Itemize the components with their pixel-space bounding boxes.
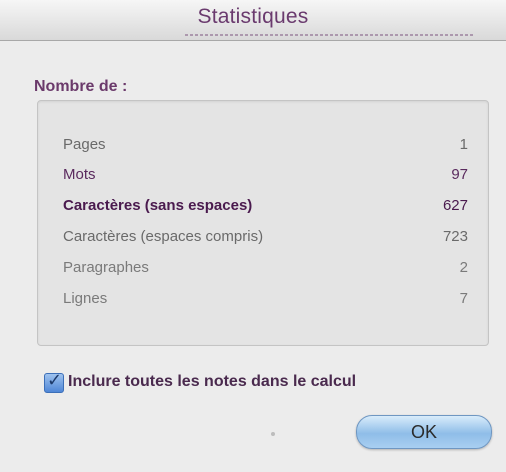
stat-value: 627: [442, 197, 468, 214]
stat-label: Mots: [63, 166, 96, 183]
checkmark-icon: ✓: [47, 370, 63, 390]
stat-row-lines: Lignes 7: [63, 290, 468, 314]
ok-button[interactable]: OK: [356, 415, 492, 449]
stat-label: Pages: [63, 136, 106, 153]
title-divider: [185, 34, 475, 36]
stat-row-characters-no-spaces: Caractères (sans espaces) 627: [63, 197, 468, 221]
include-notes-label[interactable]: Inclure toutes les notes dans le calcul: [68, 373, 356, 391]
include-notes-checkbox[interactable]: ✓: [44, 370, 64, 393]
stat-row-characters-with-spaces: Caractères (espaces compris) 723: [63, 228, 468, 252]
stat-row-pages: Pages 1: [63, 136, 468, 160]
stat-row-paragraphs: Paragraphes 2: [63, 259, 468, 283]
stat-row-words: Mots 97: [63, 166, 468, 190]
stat-value: 7: [459, 290, 468, 307]
stat-value: 2: [459, 259, 468, 276]
stat-value: 1: [459, 136, 468, 153]
stat-label: Caractères (espaces compris): [63, 228, 264, 245]
dialog-title: Statistiques: [197, 5, 309, 28]
stats-section-label: Nombre de :: [34, 78, 128, 95]
stats-panel: Pages 1 Mots 97 Caractères (sans espaces…: [37, 100, 489, 346]
stat-value: 723: [442, 228, 468, 245]
decorative-dot: [271, 432, 275, 436]
title-bar[interactable]: Statistiques: [0, 0, 506, 41]
stat-label: Caractères (sans espaces): [63, 197, 253, 214]
stat-label: Lignes: [63, 290, 108, 307]
statistics-dialog: Statistiques Nombre de : Pages 1 Mots 97…: [0, 0, 506, 472]
stat-value: 97: [451, 166, 468, 183]
stat-label: Paragraphes: [63, 259, 149, 276]
